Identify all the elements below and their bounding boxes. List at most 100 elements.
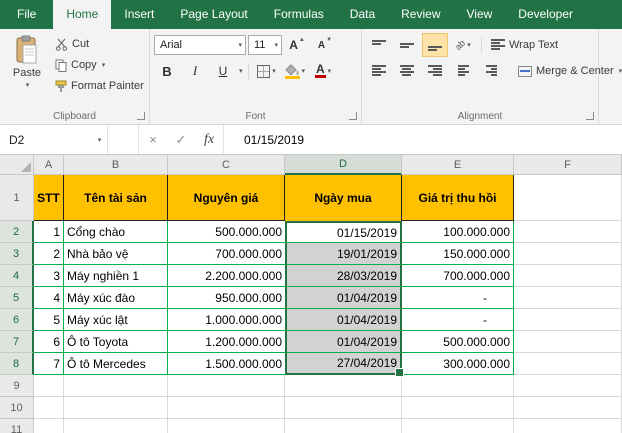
cell[interactable] <box>64 375 168 397</box>
cell[interactable] <box>514 221 622 243</box>
enter-button[interactable]: ✓ <box>167 125 195 154</box>
cell[interactable]: Máy xúc lật <box>64 309 168 331</box>
row-header-7[interactable]: 7 <box>0 331 34 353</box>
cell[interactable]: 1.500.000.000 <box>168 353 285 375</box>
cell[interactable]: 700.000.000 <box>168 243 285 265</box>
table-header-cell[interactable]: STT <box>34 175 64 221</box>
cell[interactable] <box>514 419 622 433</box>
table-header-cell[interactable]: Giá trị thu hồi <box>402 175 514 221</box>
increase-font-size-button[interactable]: A ▲ <box>284 33 310 57</box>
tab-page-layout[interactable]: Page Layout <box>167 0 260 29</box>
tab-formulas[interactable]: Formulas <box>261 0 337 29</box>
cell[interactable]: 4 <box>34 287 64 309</box>
cell[interactable]: - <box>402 287 514 309</box>
borders-button[interactable]: ▾ <box>254 59 280 83</box>
decrease-font-size-button[interactable]: A ▼ <box>312 33 338 57</box>
tab-insert[interactable]: Insert <box>111 0 167 29</box>
paste-button[interactable]: Paste ▾ <box>4 32 50 95</box>
orientation-button[interactable]: ab ▾ <box>450 33 476 57</box>
cell[interactable]: 3 <box>34 265 64 287</box>
top-align-button[interactable] <box>366 33 392 57</box>
cell[interactable] <box>514 375 622 397</box>
row-header-1[interactable]: 1 <box>0 175 34 221</box>
cell[interactable] <box>514 353 622 375</box>
cell[interactable]: 150.000.000 <box>402 243 514 265</box>
row-header-2[interactable]: 2 <box>0 221 34 243</box>
cell[interactable]: 6 <box>34 331 64 353</box>
cell[interactable] <box>34 397 64 419</box>
row-header-8[interactable]: 8 <box>0 353 34 375</box>
copy-button[interactable]: Copy ▾ <box>55 56 144 74</box>
cell[interactable] <box>402 397 514 419</box>
cell[interactable]: Máy nghiền 1 <box>64 265 168 287</box>
row-header-3[interactable]: 3 <box>0 243 34 265</box>
col-header-c[interactable]: C <box>168 155 285 175</box>
table-header-cell[interactable]: Nguyên giá <box>168 175 285 221</box>
selected-cell[interactable]: 01/04/2019 <box>285 331 402 353</box>
active-cell[interactable]: 01/15/2019 <box>285 221 402 243</box>
row-header-9[interactable]: 9 <box>0 375 34 397</box>
cell[interactable]: 2.200.000.000 <box>168 265 285 287</box>
font-color-button[interactable]: A ▾ <box>310 59 336 83</box>
cell[interactable] <box>168 397 285 419</box>
cell[interactable] <box>168 419 285 433</box>
alignment-dialog-launcher[interactable] <box>586 112 594 120</box>
cell[interactable]: 500.000.000 <box>402 331 514 353</box>
cell[interactable]: Nhà bảo vệ <box>64 243 168 265</box>
wrap-text-button[interactable]: Wrap Text <box>487 34 562 56</box>
tab-home[interactable]: Home <box>53 0 111 29</box>
insert-function-button[interactable]: fx <box>195 125 224 154</box>
clipboard-dialog-launcher[interactable] <box>137 112 145 120</box>
underline-button[interactable]: U <box>210 59 236 83</box>
fill-handle[interactable] <box>395 368 404 377</box>
cell[interactable]: 5 <box>34 309 64 331</box>
cell[interactable] <box>64 419 168 433</box>
align-left-button[interactable] <box>366 59 392 83</box>
col-header-a[interactable]: A <box>34 155 64 175</box>
col-header-b[interactable]: B <box>64 155 168 175</box>
cell[interactable]: 1 <box>34 221 64 243</box>
bold-button[interactable]: B <box>154 59 180 83</box>
cell[interactable]: 7 <box>34 353 64 375</box>
decrease-indent-button[interactable] <box>450 59 476 83</box>
cell[interactable] <box>514 175 622 221</box>
cell[interactable] <box>514 331 622 353</box>
cell[interactable]: 1.000.000.000 <box>168 309 285 331</box>
select-all-corner[interactable] <box>0 155 34 175</box>
cell[interactable] <box>34 375 64 397</box>
cell[interactable] <box>402 419 514 433</box>
cell[interactable] <box>64 397 168 419</box>
cell[interactable]: Cổng chào <box>64 221 168 243</box>
cell[interactable]: - <box>402 309 514 331</box>
font-name-select[interactable]: Arial ▾ <box>154 35 246 55</box>
cell[interactable] <box>34 419 64 433</box>
tab-data[interactable]: Data <box>337 0 388 29</box>
cell[interactable]: 500.000.000 <box>168 221 285 243</box>
row-header-6[interactable]: 6 <box>0 309 34 331</box>
cell[interactable]: 2 <box>34 243 64 265</box>
italic-button[interactable]: I <box>182 59 208 83</box>
row-header-5[interactable]: 5 <box>0 287 34 309</box>
cell[interactable]: 950.000.000 <box>168 287 285 309</box>
cell[interactable]: 700.000.000 <box>402 265 514 287</box>
col-header-d-selected[interactable]: D <box>285 155 402 175</box>
cell[interactable] <box>285 419 402 433</box>
name-box-dropdown[interactable]: ▾ <box>91 125 108 154</box>
bottom-align-button[interactable] <box>422 33 448 57</box>
selected-cell[interactable]: 19/01/2019 <box>285 243 402 265</box>
merge-center-button[interactable]: Merge & Center ▾ <box>514 60 622 82</box>
cell[interactable]: 300.000.000 <box>402 353 514 375</box>
tab-file[interactable]: File <box>0 0 53 29</box>
cut-button[interactable]: Cut <box>55 35 144 53</box>
cell[interactable] <box>285 397 402 419</box>
cell[interactable] <box>402 375 514 397</box>
cell[interactable]: 100.000.000 <box>402 221 514 243</box>
selected-cell[interactable]: 28/03/2019 <box>285 265 402 287</box>
cell[interactable] <box>514 287 622 309</box>
selected-cell[interactable]: 27/04/2019 <box>285 353 402 375</box>
cancel-button[interactable]: × <box>139 125 167 154</box>
font-size-select[interactable]: 11 ▾ <box>248 35 282 55</box>
fill-color-button[interactable]: ▾ <box>282 59 309 83</box>
cell[interactable] <box>514 243 622 265</box>
cell[interactable] <box>514 265 622 287</box>
